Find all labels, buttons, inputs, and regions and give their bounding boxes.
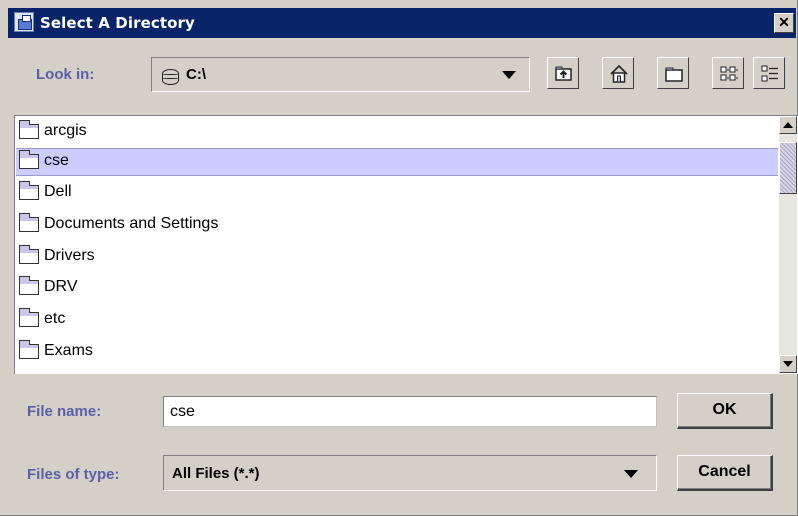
list-item-etc[interactable]: etc [16, 306, 778, 334]
files-of-type-label: Files of type: [27, 466, 120, 483]
scroll-thumb[interactable] [779, 142, 797, 194]
look-in-value: C:\ [186, 66, 206, 83]
folder-icon [18, 308, 39, 327]
list-view-button[interactable] [712, 57, 744, 89]
app-icon [14, 12, 34, 32]
list-item-label: etc [44, 310, 66, 327]
list-item-label: arcgis [44, 122, 87, 139]
drive-icon [162, 69, 179, 85]
up-one-level-button[interactable] [547, 57, 579, 89]
home-button[interactable] [602, 57, 634, 89]
look-in-combo[interactable]: C:\ [151, 57, 530, 92]
chevron-down-icon[interactable] [624, 470, 638, 478]
file-name-label: File name: [27, 403, 102, 420]
folder-icon [18, 150, 39, 169]
list-item-cse[interactable]: cse [16, 148, 778, 176]
details-view-icon [761, 65, 778, 82]
folder-icon [18, 276, 39, 295]
list-view-icon [720, 66, 738, 81]
folder-up-icon [555, 66, 572, 81]
arrow-up-icon [783, 122, 793, 128]
folder-icon [18, 213, 39, 232]
title-bar[interactable]: Select A Directory ✕ [8, 8, 796, 38]
cancel-button-label: Cancel [698, 463, 751, 480]
folder-icon [18, 120, 39, 139]
list-item-dell[interactable]: Dell [16, 179, 778, 207]
select-directory-dialog: Select A Directory ✕ Look in: C:\ arcgis… [0, 0, 798, 516]
vertical-scrollbar[interactable] [779, 116, 797, 373]
chevron-down-icon[interactable] [502, 71, 516, 79]
folder-icon [18, 245, 39, 264]
folder-icon [18, 340, 39, 359]
cancel-button[interactable]: Cancel [677, 455, 773, 491]
new-folder-button[interactable] [657, 57, 689, 89]
files-of-type-value: All Files (*.*) [172, 465, 260, 482]
list-item-exams[interactable]: Exams [16, 338, 778, 366]
files-of-type-combo[interactable]: All Files (*.*) [163, 455, 657, 491]
list-item-label: Documents and Settings [44, 215, 219, 232]
list-item-drv[interactable]: DRV [16, 274, 778, 302]
list-item-drivers[interactable]: Drivers [16, 243, 778, 271]
folder-icon [18, 181, 39, 200]
close-button[interactable]: ✕ [774, 13, 794, 33]
list-item-label: DRV [44, 278, 78, 295]
scroll-up-button[interactable] [779, 116, 797, 134]
list-item-label: Drivers [44, 247, 95, 264]
list-item-documents-and-settings[interactable]: Documents and Settings [16, 211, 778, 239]
list-item-label: Dell [44, 183, 72, 200]
look-in-label: Look in: [36, 66, 95, 83]
file-list[interactable]: arcgis cse Dell Documents and Settings D… [14, 115, 798, 374]
ok-button[interactable]: OK [677, 393, 773, 429]
details-view-button[interactable] [753, 57, 785, 89]
list-item-label: cse [44, 152, 69, 169]
list-item-arcgis[interactable]: arcgis [16, 118, 778, 146]
file-name-input[interactable] [163, 396, 657, 427]
arrow-down-icon [783, 361, 793, 367]
ok-button-label: OK [712, 401, 737, 418]
new-folder-icon [665, 67, 683, 82]
window-title: Select A Directory [40, 14, 195, 32]
list-item-label: Exams [44, 342, 93, 359]
home-icon [610, 64, 628, 83]
scroll-down-button[interactable] [779, 355, 797, 373]
